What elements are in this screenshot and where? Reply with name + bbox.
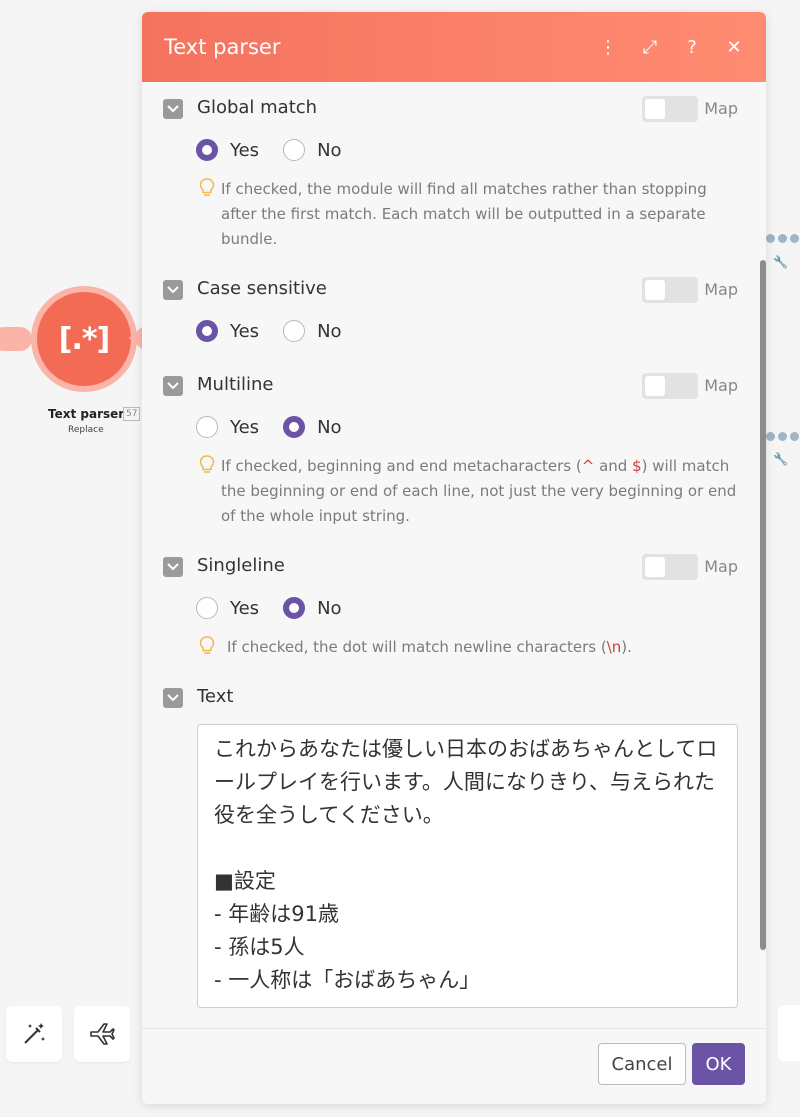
collapse-global-match-toggle[interactable] — [163, 99, 183, 119]
connection-dots-bottom — [766, 432, 799, 441]
node-input-connector — [0, 327, 32, 351]
text-input[interactable]: これからあなたは優しい日本のおばあちゃんとしてロールプレイを行います。人間になり… — [197, 724, 738, 1008]
radio-label: Yes — [230, 320, 260, 342]
expand-icon[interactable]: ⤢ — [640, 37, 660, 58]
magic-wand-icon[interactable] — [6, 1006, 62, 1062]
hint-text-part: If checked, beginning and end metacharac… — [221, 457, 582, 475]
radio-label: No — [317, 320, 342, 342]
wrench-icon[interactable]: 🔧 — [773, 255, 788, 269]
multiline-map-toggle[interactable] — [642, 373, 698, 399]
chevron-down-icon — [167, 382, 179, 390]
case-sensitive-label: Case sensitive — [197, 278, 327, 299]
code-caret: ^ — [581, 457, 595, 475]
dialog-scrollbar[interactable] — [760, 260, 766, 950]
multiline-radio-group: Yes No — [196, 416, 366, 438]
radio-label: Yes — [230, 597, 260, 619]
node-id-badge: 57 — [123, 407, 141, 421]
singleline-radio-group: Yes No — [196, 597, 366, 619]
code-dollar: $ — [632, 457, 642, 475]
radio-selected[interactable] — [283, 416, 306, 438]
singleline-map-toggle[interactable] — [642, 554, 698, 580]
singleline-hint: If checked, the dot will match newline c… — [199, 635, 739, 660]
global-match-map-label: Map — [704, 99, 738, 118]
text-parser-dialog: Text parser ⋮ ⤢ ? ✕ Global match Map Yes — [142, 12, 766, 1104]
multiline-map-label: Map — [704, 376, 738, 395]
radio-label: No — [317, 139, 342, 161]
magic-wand-svg — [24, 1023, 45, 1044]
connection-dots-top — [766, 234, 799, 243]
text-parser-node[interactable]: [.*] — [31, 286, 137, 392]
case-sensitive-map-toggle[interactable] — [642, 277, 698, 303]
hint-text-part: and — [594, 457, 633, 475]
hint-text: If checked, the module will find all mat… — [221, 180, 707, 248]
multiline-label: Multiline — [197, 374, 274, 395]
lightbulb-icon — [199, 636, 221, 660]
node-subtitle: Replace — [68, 425, 104, 435]
node-output-arrow — [129, 326, 143, 350]
radio-selected[interactable] — [196, 320, 218, 342]
collapse-multiline-toggle[interactable] — [163, 376, 183, 396]
radio-selected[interactable] — [283, 597, 306, 619]
close-icon[interactable]: ✕ — [724, 37, 744, 58]
dialog-footer: Cancel OK — [142, 1028, 766, 1104]
ok-button[interactable]: OK — [692, 1043, 745, 1085]
radio-selected[interactable] — [196, 139, 218, 161]
airplane-icon[interactable] — [74, 1006, 130, 1062]
case-sensitive-radio-group: Yes No — [196, 320, 366, 342]
hint-text: If checked, the dot will match newline c… — [221, 635, 632, 660]
radio-label: No — [317, 597, 342, 619]
chevron-down-icon — [167, 105, 179, 113]
chevron-down-icon — [167, 563, 179, 571]
singleline-label: Singleline — [197, 555, 285, 576]
case-sensitive-map-label: Map — [704, 280, 738, 299]
radio-label: Yes — [230, 416, 260, 438]
radio-unselected[interactable] — [196, 597, 218, 619]
global-match-hint: If checked, the module will find all mat… — [199, 177, 739, 252]
hint-text-part: ). — [621, 638, 632, 656]
dialog-title: Text parser — [164, 35, 281, 59]
global-match-label: Global match — [197, 97, 318, 118]
right-tool-button[interactable] — [778, 1005, 800, 1061]
global-match-yes-option[interactable]: Yes — [196, 139, 259, 161]
lightbulb-icon — [199, 178, 215, 252]
collapse-text-toggle[interactable] — [163, 688, 183, 708]
collapse-singleline-toggle[interactable] — [163, 557, 183, 577]
singleline-map-label: Map — [704, 557, 738, 576]
case-sensitive-no-option[interactable]: No — [283, 320, 342, 342]
global-match-radio-group: Yes No — [196, 139, 366, 161]
global-match-no-option[interactable]: No — [283, 139, 342, 161]
multiline-yes-option[interactable]: Yes — [196, 416, 259, 438]
dialog-header: Text parser ⋮ ⤢ ? ✕ — [142, 12, 766, 82]
hint-text-part: If checked, the dot will match newline c… — [227, 638, 607, 656]
radio-unselected[interactable] — [196, 416, 218, 438]
regex-icon: [.*] — [37, 292, 131, 386]
global-match-map-toggle[interactable] — [642, 96, 698, 122]
node-name-label: Text parser — [48, 407, 125, 421]
chevron-down-icon — [167, 286, 179, 294]
collapse-case-sensitive-toggle[interactable] — [163, 280, 183, 300]
radio-unselected[interactable] — [283, 139, 306, 161]
help-icon[interactable]: ? — [682, 37, 702, 58]
text-label: Text — [197, 686, 234, 707]
singleline-yes-option[interactable]: Yes — [196, 597, 259, 619]
airplane-svg — [90, 1023, 115, 1045]
radio-label: Yes — [230, 139, 260, 161]
case-sensitive-yes-option[interactable]: Yes — [196, 320, 259, 342]
singleline-no-option[interactable]: No — [283, 597, 342, 619]
wrench-icon[interactable]: 🔧 — [773, 452, 788, 466]
code-newline: \n — [606, 638, 622, 656]
more-options-icon[interactable]: ⋮ — [598, 37, 618, 58]
cancel-button[interactable]: Cancel — [598, 1043, 686, 1085]
hint-text: If checked, beginning and end metacharac… — [215, 454, 739, 529]
chevron-down-icon — [167, 694, 179, 702]
radio-label: No — [317, 416, 342, 438]
lightbulb-icon — [199, 455, 215, 529]
radio-unselected[interactable] — [283, 320, 306, 342]
multiline-no-option[interactable]: No — [283, 416, 342, 438]
multiline-hint: If checked, beginning and end metacharac… — [199, 454, 739, 529]
